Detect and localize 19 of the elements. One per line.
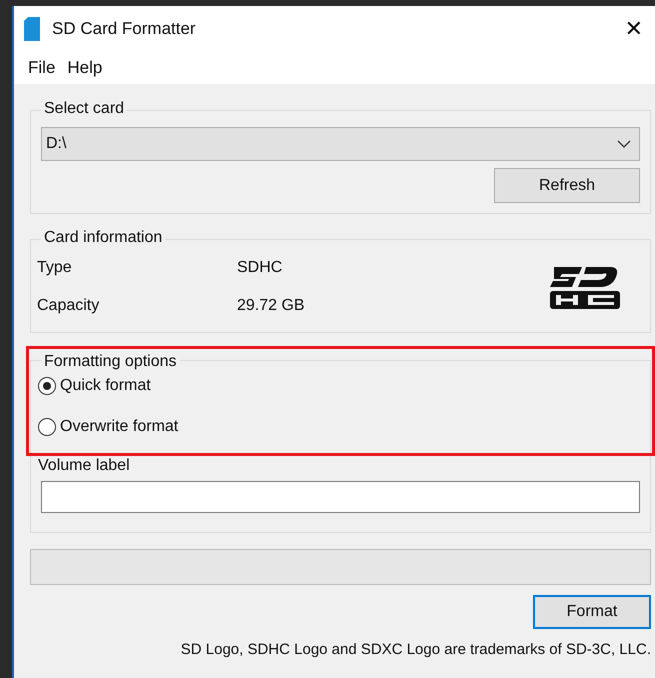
- group-label: Formatting options: [41, 353, 180, 371]
- info-value: SDHC: [237, 259, 282, 277]
- format-button[interactable]: Format: [533, 595, 651, 629]
- info-label: Type: [37, 259, 73, 277]
- volume-label-field[interactable]: [41, 481, 640, 513]
- field-label: Volume label: [38, 457, 131, 475]
- radio-option[interactable]: Quick format: [38, 375, 640, 397]
- close-button[interactable]: ✕: [620, 16, 647, 42]
- menu-item[interactable]: Help: [61, 58, 108, 78]
- window-title: SD Card Formatter: [52, 19, 197, 39]
- card-dropdown[interactable]: D:\: [41, 127, 640, 161]
- sd-card-icon: [24, 17, 40, 41]
- refresh-button[interactable]: Refresh: [494, 168, 640, 203]
- chevron-down-icon: [617, 140, 631, 148]
- menu-item[interactable]: File: [22, 58, 62, 78]
- info-label: Capacity: [37, 297, 100, 315]
- radio-option[interactable]: Overwrite format: [38, 416, 640, 438]
- trademark-notice: SD Logo, SDHC Logo and SDXC Logo are trademarks of SD-3C, LLC.: [180, 641, 651, 658]
- info-value: 29.72 GB: [237, 297, 305, 315]
